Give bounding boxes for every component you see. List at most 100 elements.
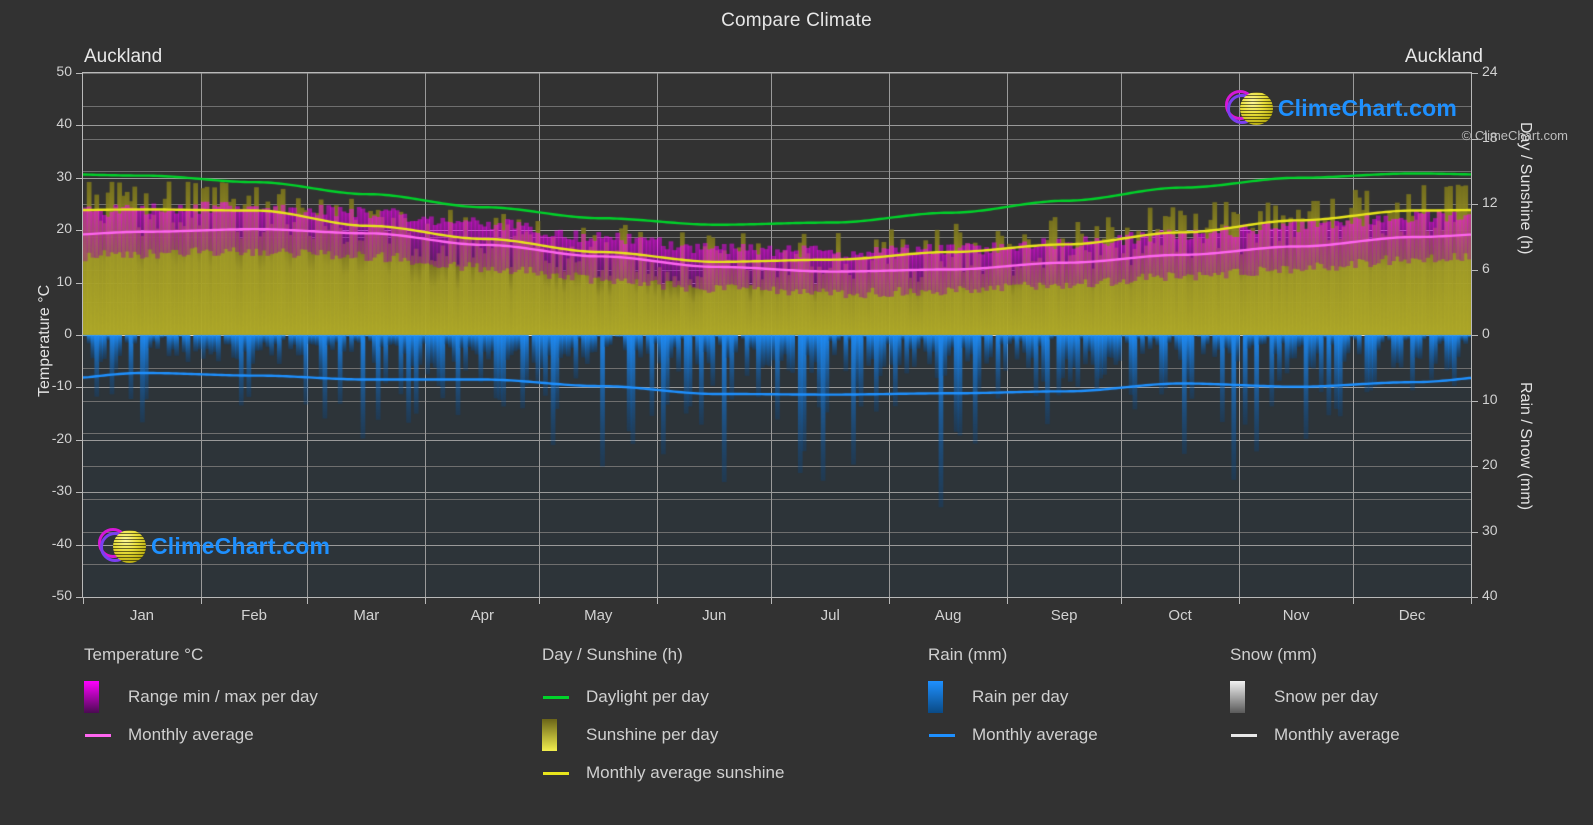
- x-tick-label: Sep: [1050, 607, 1078, 624]
- legend-label: Monthly average sunshine: [586, 763, 785, 782]
- y-tick-mark-left: [76, 387, 82, 388]
- y-tick-mark-left: [76, 597, 82, 598]
- climechart-watermark-bottom: ClimeChart.com: [97, 525, 330, 567]
- x-tick-label: Mar: [353, 607, 380, 624]
- x-tick-label: Oct: [1168, 607, 1192, 624]
- legend-entry[interactable]: Sunshine per day: [542, 716, 784, 754]
- climate-canvas: [83, 73, 1471, 597]
- x-tick-label: Dec: [1398, 607, 1426, 624]
- legend-swatch: [1230, 681, 1274, 713]
- x-tick-mark: [1239, 598, 1240, 604]
- legend-line-swatch: [543, 695, 569, 699]
- y-tick-mark-right-top: [1472, 204, 1478, 205]
- y-tick-mark-left: [76, 125, 82, 126]
- legend-line-swatch: [929, 733, 955, 737]
- y-tick-label-left: 40: [56, 115, 72, 132]
- y-tick-mark-left: [76, 73, 82, 74]
- legend-entry[interactable]: Monthly average: [1230, 716, 1400, 754]
- legend-column: Rain (mm) Rain per day Monthly average: [928, 645, 1098, 754]
- x-tick-mark: [307, 598, 308, 604]
- y-tick-mark-left: [76, 440, 82, 441]
- y-tick-mark-right-top: [1472, 335, 1478, 336]
- x-tick-label: Apr: [470, 607, 494, 624]
- legend-line-swatch: [85, 733, 111, 737]
- legend-label: Snow per day: [1274, 687, 1378, 706]
- legend-line-swatch: [1231, 733, 1257, 737]
- x-tick-label: Aug: [934, 607, 962, 624]
- legend-entry[interactable]: Range min / max per day: [84, 678, 318, 716]
- y-tick-mark-left: [76, 335, 82, 336]
- legend-label: Monthly average: [1274, 725, 1400, 744]
- legend-gradient-box: [84, 681, 99, 713]
- y-axis-title-left: Temperature °C: [36, 284, 53, 397]
- legend-entry[interactable]: Monthly average sunshine: [542, 754, 784, 792]
- x-tick-label: Jan: [129, 607, 155, 624]
- brand-wordmark-top: ClimeChart.com: [1277, 94, 1457, 121]
- legend-entry[interactable]: Monthly average: [928, 716, 1098, 754]
- legend-label: Monthly average: [972, 725, 1098, 744]
- location-label-left: Auckland: [84, 46, 163, 67]
- copyright-label: © ClimeChart.com: [1461, 128, 1568, 143]
- y-tick-label-right-bottom: 40: [1482, 587, 1498, 603]
- y-tick-label-left: 50: [56, 63, 72, 79]
- plot-inner: [83, 73, 1471, 597]
- gridline-mm: [83, 597, 1471, 598]
- legend-swatch: [542, 771, 586, 775]
- y-tick-mark-right-bottom: [1472, 597, 1478, 598]
- legend-label: Range min / max per day: [128, 687, 318, 706]
- x-tick-mark: [1007, 598, 1008, 604]
- legend-label: Monthly average: [128, 725, 254, 744]
- legend-label: Sunshine per day: [586, 725, 719, 744]
- y-tick-mark-right-top: [1472, 270, 1478, 271]
- legend-swatch: [928, 681, 972, 713]
- y-tick-label-left: 20: [56, 220, 72, 237]
- x-tick-mark: [201, 598, 202, 604]
- legend-heading: Temperature °C: [84, 645, 204, 664]
- page-title: Compare Climate: [721, 10, 872, 31]
- climate-plot-area: ClimeChart.com ClimeChart.com: [82, 72, 1472, 598]
- y-tick-label-right-top: 6: [1482, 259, 1490, 276]
- x-tick-mark: [889, 598, 890, 604]
- brand-wordmark-bottom: ClimeChart.com: [151, 532, 331, 559]
- x-tick-mark: [657, 598, 658, 604]
- legend-label: Rain per day: [972, 687, 1069, 706]
- x-tick-label: Jun: [702, 607, 727, 624]
- legend-entry[interactable]: Rain per day: [928, 678, 1098, 716]
- y-tick-mark-left: [76, 178, 82, 179]
- x-tick-label: May: [584, 607, 613, 624]
- legend-entry[interactable]: Snow per day: [1230, 678, 1400, 716]
- y-tick-label-left: -40: [51, 534, 72, 551]
- legend-gradient-box: [542, 719, 557, 751]
- legend-gradient-box: [1230, 681, 1245, 713]
- y-tick-label-left: 30: [56, 167, 72, 184]
- x-tick-mark: [1471, 598, 1472, 604]
- legend-column: Temperature °C Range min / max per day Mon…: [84, 645, 318, 754]
- legend-heading: Rain (mm): [928, 645, 1008, 664]
- legend-column: Snow (mm) Snow per day Monthly average: [1230, 645, 1400, 754]
- legend-swatch: [1230, 733, 1274, 737]
- y-tick-mark-right-bottom: [1472, 466, 1478, 467]
- x-tick-label: Nov: [1282, 607, 1310, 624]
- legend-heading: Snow (mm): [1230, 645, 1317, 664]
- x-tick-mark: [1121, 598, 1122, 604]
- legend-column: Day / Sunshine (h) Daylight per day Sunshi…: [542, 645, 784, 792]
- x-tick-label: Jul: [820, 607, 840, 624]
- legend-entry[interactable]: Daylight per day: [542, 678, 784, 716]
- x-tick-mark: [1353, 598, 1354, 604]
- y-tick-label-right-top: 12: [1482, 194, 1498, 210]
- legend-label: Daylight per day: [586, 687, 709, 706]
- y-tick-mark-left: [76, 545, 82, 546]
- y-tick-label-right-bottom: 30: [1482, 521, 1498, 538]
- climechart-watermark-top: ClimeChart.com: [1224, 87, 1457, 129]
- location-label-right: Auckland: [1404, 46, 1483, 67]
- y-axis-title-right-bottom: Rain / Snow (mm): [1517, 382, 1534, 511]
- y-tick-mark-right-bottom: [1472, 401, 1478, 402]
- x-tick-mark: [771, 598, 772, 604]
- y-tick-label-left: -30: [51, 482, 72, 499]
- legend-swatch: [542, 719, 586, 751]
- legend-entry[interactable]: Monthly average: [84, 716, 318, 754]
- legend-swatch: [542, 695, 586, 699]
- legend-swatch: [84, 681, 128, 713]
- y-tick-label-left: -20: [51, 429, 72, 446]
- y-tick-mark-right-top: [1472, 73, 1478, 74]
